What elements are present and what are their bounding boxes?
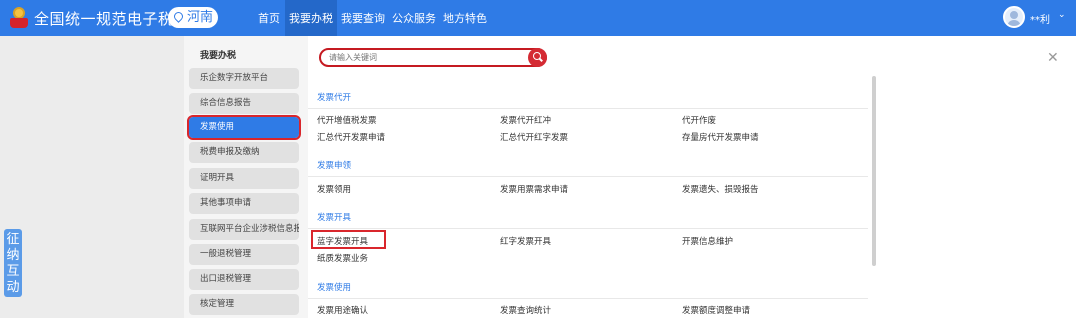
sidebar-item-info-report[interactable]: 综合信息报告: [189, 93, 299, 114]
section-title-invoice-usage: 发票使用: [317, 283, 352, 293]
divider: [308, 176, 868, 177]
highlight-box: [311, 230, 386, 249]
nav-handle-tax[interactable]: 我要办税: [289, 10, 333, 26]
sidebar-item-certificate[interactable]: 证明开具: [189, 168, 299, 189]
nav-home[interactable]: 首页: [258, 10, 280, 26]
link-summary-agent-apply[interactable]: 汇总代开发票申请: [317, 131, 385, 143]
sidebar-item-invoice-use[interactable]: 发票使用: [187, 115, 301, 140]
page-background: [0, 36, 184, 318]
link-agent-vat-invoice[interactable]: 代开增值税发票: [317, 114, 377, 126]
link-red-invoice-issue[interactable]: 红字发票开具: [500, 235, 551, 247]
interaction-float-button[interactable]: 征 纳 互 动: [4, 229, 22, 297]
nav-query[interactable]: 我要查询: [341, 10, 385, 26]
sidebar-item-export-refund[interactable]: 出口退税管理: [189, 269, 299, 290]
sidebar-item-platform-report[interactable]: 互联网平台企业涉税信息报送: [189, 219, 299, 240]
chevron-down-icon[interactable]: ⌄: [1058, 10, 1066, 20]
user-avatar[interactable]: [1003, 6, 1025, 28]
close-icon[interactable]: ✕: [1047, 50, 1059, 66]
search-input[interactable]: [329, 51, 519, 64]
float-char: 互: [6, 264, 20, 279]
username[interactable]: **利: [1030, 11, 1050, 26]
link-invoice-purpose-confirm[interactable]: 发票用途确认: [317, 304, 368, 316]
divider: [308, 298, 868, 299]
link-agent-red-reversal[interactable]: 发票代开红冲: [500, 114, 551, 126]
link-agent-void[interactable]: 代开作废: [682, 114, 716, 126]
section-title-invoice-apply: 发票申领: [317, 161, 352, 171]
section-title-invoice-issue: 发票开具: [317, 213, 352, 223]
sidebar-item-assessment[interactable]: 核定管理: [189, 294, 299, 315]
float-char: 征: [6, 232, 20, 247]
link-invoice-quota-adjust[interactable]: 发票额度调整申请: [682, 304, 750, 316]
link-paper-invoice[interactable]: 纸质发票业务: [317, 252, 368, 264]
location-pin-icon: [172, 10, 185, 23]
sidebar-item-refund[interactable]: 一般退税管理: [189, 244, 299, 265]
tax-emblem-logo: [9, 7, 29, 29]
sidebar-item-tax-filing[interactable]: 税费申报及缴纳: [189, 142, 299, 163]
sidebar-menu: 我要办税 乐企数字开放平台 综合信息报告 发票使用 税费申报及缴纳 证明开具 其…: [184, 36, 308, 318]
link-invoice-claim[interactable]: 发票领用: [317, 183, 351, 195]
nav-public-service[interactable]: 公众服务: [392, 10, 436, 26]
link-summary-agent-red[interactable]: 汇总代开红字发票: [500, 131, 568, 143]
search-icon[interactable]: [528, 48, 547, 67]
scrollbar[interactable]: [872, 76, 876, 266]
link-invoice-query-stats[interactable]: 发票查询统计: [500, 304, 551, 316]
sidebar-item-leqi-platform[interactable]: 乐企数字开放平台: [189, 68, 299, 89]
nav-local-features[interactable]: 地方特色: [443, 10, 487, 26]
float-char: 纳: [6, 248, 20, 263]
region-selector[interactable]: 河南: [168, 7, 218, 28]
link-invoice-demand-apply[interactable]: 发票用票需求申请: [500, 183, 568, 195]
divider: [308, 108, 868, 109]
float-char: 动: [6, 280, 20, 295]
region-label: 河南: [187, 10, 214, 25]
link-invoice-loss-report[interactable]: 发票遗失、损毁报告: [682, 183, 759, 195]
search-box[interactable]: [319, 48, 547, 67]
sidebar-title: 我要办税: [200, 51, 237, 61]
divider: [308, 228, 868, 229]
section-title-invoice-agent: 发票代开: [317, 93, 352, 103]
submenu-panel: ✕ 发票代开 代开增值税发票 发票代开红冲 代开作废 汇总代开发票申请 汇总代开…: [308, 36, 1076, 318]
top-navigation-bar: 全国统一规范电子税务局 河南 首页 我要办税 我要查询 公众服务 地方特色 **…: [0, 0, 1076, 36]
link-invoice-info-maintain[interactable]: 开票信息维护: [682, 235, 733, 247]
sidebar-item-other-application[interactable]: 其他事项申请: [189, 193, 299, 214]
link-existing-housing-agent[interactable]: 存量房代开发票申请: [682, 131, 759, 143]
